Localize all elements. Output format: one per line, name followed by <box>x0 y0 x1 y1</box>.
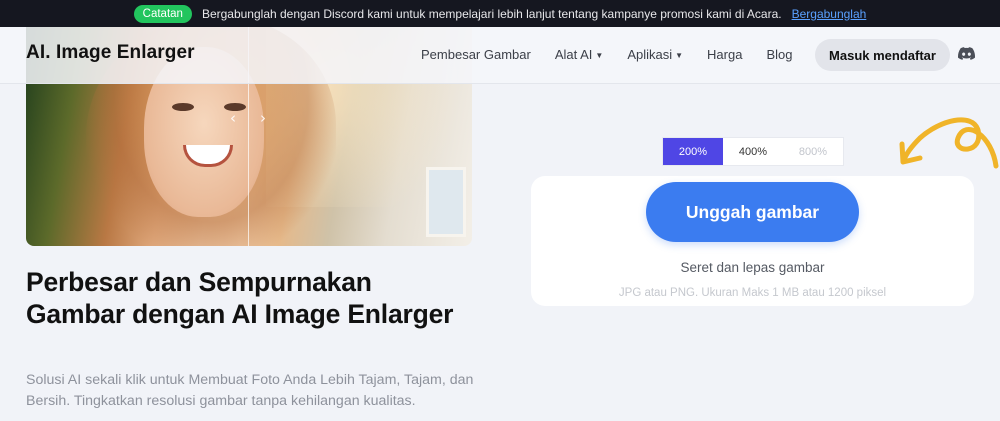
site-logo[interactable]: AI. Image Enlarger <box>26 42 195 64</box>
scale-selector: 200% 400% 800% <box>662 137 844 166</box>
nav-item-pembesar-gambar[interactable]: Pembesar Gambar <box>421 47 531 62</box>
page-title: Perbesar dan Sempurnakan Gambar dengan A… <box>26 267 454 329</box>
nav-item-aplikasi[interactable]: Aplikasi ▼ <box>627 47 683 62</box>
chevron-left-icon[interactable]: ‹ <box>230 109 236 127</box>
login-signup-button[interactable]: Masuk mendaftar <box>815 39 950 71</box>
notice-text: Bergabunglah dengan Discord kami untuk m… <box>201 6 782 21</box>
nav-label: Aplikasi <box>627 47 673 62</box>
notice-join-link[interactable]: Bergabunglah <box>792 7 867 21</box>
nav-item-harga[interactable]: Harga <box>707 47 742 62</box>
notice-bar: Catatan Bergabunglah dengan Discord kami… <box>0 0 1000 27</box>
notice-badge: Catatan <box>133 4 192 23</box>
chevron-down-icon: ▼ <box>675 51 684 60</box>
nav-label: Alat AI <box>554 47 593 62</box>
hero-image-window <box>426 167 466 237</box>
site-header: AI. Image Enlarger Pembesar Gambar Alat … <box>0 27 1000 84</box>
scale-option-800[interactable]: 800% <box>783 138 843 165</box>
chevron-down-icon: ▼ <box>595 51 604 60</box>
hero-image-eye-left <box>172 103 194 111</box>
nav-label: Harga <box>707 47 743 62</box>
upload-image-button[interactable]: Unggah gambar <box>646 182 859 242</box>
nav-item-alat-ai[interactable]: Alat AI ▼ <box>555 47 604 62</box>
discord-icon[interactable] <box>958 46 975 61</box>
main-nav: Pembesar Gambar Alat AI ▼ Aplikasi ▼ Harga… <box>421 47 793 62</box>
chevron-right-icon[interactable]: › <box>260 109 266 127</box>
file-format-hint: JPG atau PNG. Ukuran Maks 1 MB atau 1200… <box>618 287 887 299</box>
nav-label: Blog <box>766 47 793 62</box>
scale-option-200[interactable]: 200% <box>663 138 723 165</box>
scale-option-400[interactable]: 400% <box>723 138 783 165</box>
upload-dropzone[interactable]: Unggah gambar Seret dan lepas gambar JPG… <box>531 176 974 306</box>
hero-subtitle: Solusi AI sekali klik untuk Membuat Foto… <box>26 372 474 409</box>
nav-item-blog[interactable]: Blog <box>766 47 792 62</box>
nav-label: Pembesar Gambar <box>421 47 531 62</box>
drop-instructions: Seret dan lepas gambar <box>680 260 825 275</box>
decorative-arrow-icon <box>899 117 999 169</box>
